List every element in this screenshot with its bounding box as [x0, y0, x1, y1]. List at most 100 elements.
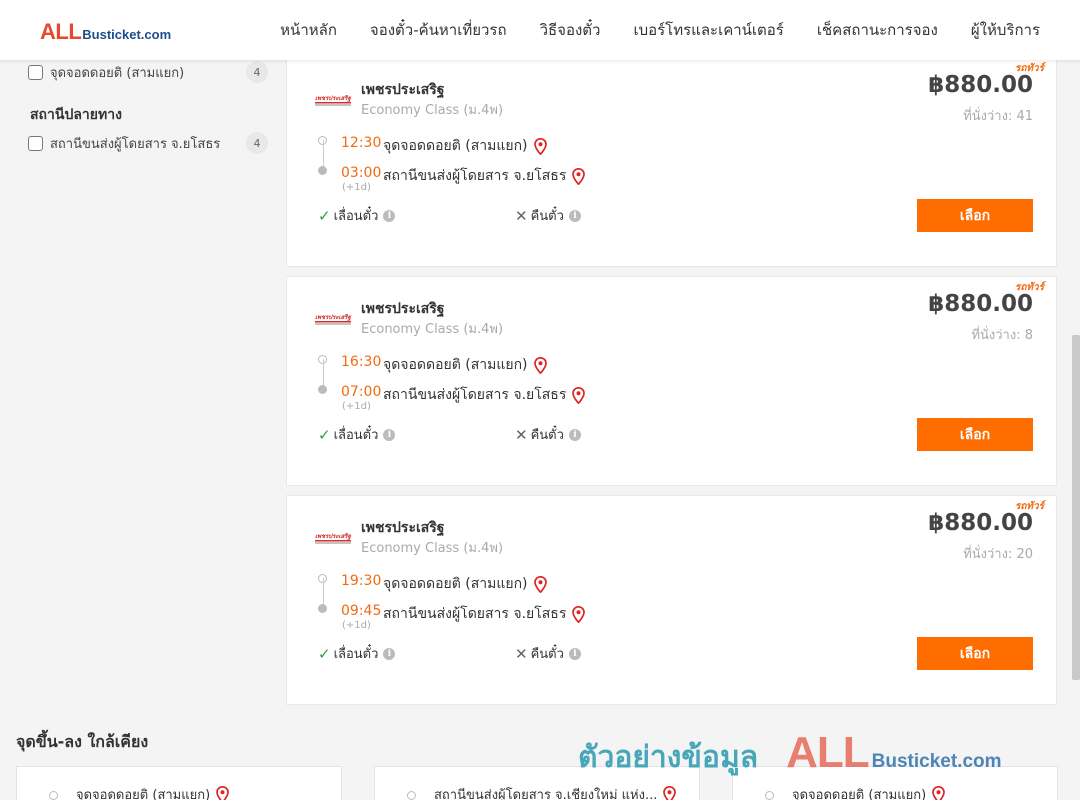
map-pin-icon[interactable]	[533, 356, 547, 374]
bus-class: Economy Class (ม.4พ)	[361, 103, 504, 118]
cross-icon: ✕	[515, 644, 528, 663]
map-pin-icon[interactable]	[533, 137, 547, 155]
ticket-price: ฿880.00	[928, 72, 1033, 98]
arrival-stop-label: สถานีขนส่งผู้โดยสาร จ.ยโสธร	[383, 387, 567, 403]
ticket-price: ฿880.00	[928, 291, 1033, 317]
operator-name: เพชรประเสริฐ	[361, 520, 445, 536]
nearby-stop-card[interactable]: สถานีขนส่งผู้โดยสาร จ.เชียงใหม่ แห่ง...	[374, 766, 700, 800]
reschedule-policy: ✓ เลื่อนตั๋ว i	[318, 424, 396, 445]
arrival-stop-label: สถานีขนส่งผู้โดยสาร จ.ยโสธร	[383, 168, 567, 184]
filter-destination-item[interactable]: สถานีขนส่งผู้โดยสาร จ.ยโสธร 4	[28, 131, 268, 155]
trip-card: รถทัวร์ เพชรประเสริฐ เพชรประเสริฐ Econom…	[286, 495, 1057, 705]
departure-stop-label: จุดจอดดอยติ (สามแยก)	[383, 576, 528, 592]
refund-label: คืนตั๋ว	[530, 209, 564, 224]
refund-policy: ✕ คืนตั๋ว i	[515, 424, 581, 445]
checkbox-icon[interactable]	[28, 64, 43, 80]
nearby-stops-title: จุดขึ้น-ลง ใกล้เคียง	[16, 732, 149, 751]
nav-operators[interactable]: ผู้ให้บริการ	[971, 18, 1040, 42]
refund-label: คืนตั๋ว	[530, 428, 564, 443]
map-pin-icon[interactable]	[932, 786, 946, 800]
select-trip-button[interactable]: เลือก	[917, 637, 1033, 670]
departure-stop-label: จุดจอดดอยติ (สามแยก)	[383, 357, 528, 373]
seats-available: ที่นั่งว่าง: 41	[963, 109, 1033, 124]
arrival-dot-icon	[318, 604, 327, 613]
operator-name: เพชรประเสริฐ	[361, 301, 445, 317]
cross-icon: ✕	[515, 206, 528, 225]
reschedule-label: เลื่อนตั๋ว	[333, 209, 379, 224]
refund-policy: ✕ คืนตั๋ว i	[515, 205, 581, 226]
scrollbar-thumb[interactable]	[1072, 335, 1080, 680]
departure-time: 12:30	[341, 135, 382, 151]
nav-booking-status[interactable]: เช็คสถานะการจอง	[817, 18, 938, 42]
select-trip-button[interactable]: เลือก	[917, 418, 1033, 451]
info-icon[interactable]: i	[568, 647, 581, 660]
filter-origin-item[interactable]: จุดจอดดอยติ (สามแยก) 4	[28, 60, 268, 84]
trip-card: รถทัวร์ เพชรประเสริฐ เพชรประเสริฐ Econom…	[286, 276, 1057, 486]
select-trip-button[interactable]: เลือก	[917, 199, 1033, 232]
next-day-marker: (+1d)	[342, 182, 371, 193]
arrival-stop[interactable]: สถานีขนส่งผู้โดยสาร จ.ยโสธร	[383, 603, 586, 625]
arrival-dot-icon	[318, 166, 327, 175]
filter-origin-label: จุดจอดดอยติ (สามแยก)	[50, 65, 185, 81]
info-icon[interactable]: i	[568, 209, 581, 222]
arrival-stop-label: สถานีขนส่งผู้โดยสาร จ.ยโสธร	[383, 606, 567, 622]
info-icon[interactable]: i	[383, 647, 396, 660]
nav-phone-counters[interactable]: เบอร์โทรและเคาน์เตอร์	[633, 18, 783, 42]
arrival-time: 03:00	[341, 165, 382, 181]
map-pin-icon[interactable]	[572, 167, 586, 185]
logo-all-text: ALL	[40, 19, 82, 45]
nav-home[interactable]: หน้าหลัก	[280, 18, 337, 42]
check-icon: ✓	[318, 644, 331, 663]
trip-card: รถทัวร์ เพชรประเสริฐ เพชรประเสริฐ Econom…	[286, 57, 1057, 267]
operator-logo-icon: เพชรประเสริฐ	[315, 314, 352, 325]
reschedule-label: เลื่อนตั๋ว	[333, 428, 379, 443]
departure-stop[interactable]: จุดจอดดอยติ (สามแยก)	[383, 573, 547, 595]
departure-stop[interactable]: จุดจอดดอยติ (สามแยก)	[383, 135, 547, 157]
nearby-stop: จุดจอดดอยติ (สามแยก)	[792, 784, 946, 800]
next-day-marker: (+1d)	[342, 401, 371, 412]
stop-dot-icon	[49, 791, 58, 800]
nearby-stop-label: จุดจอดดอยติ (สามแยก)	[792, 788, 927, 800]
map-pin-icon[interactable]	[663, 786, 677, 800]
svg-text:เพชรประเสริฐ: เพชรประเสริฐ	[315, 314, 352, 321]
map-pin-icon[interactable]	[572, 605, 586, 623]
bus-class: Economy Class (ม.4พ)	[361, 322, 504, 337]
filter-destination-label: สถานีขนส่งผู้โดยสาร จ.ยโสธร	[50, 136, 221, 152]
logo-busticket: Busticket.com	[82, 27, 172, 42]
nearby-stop-label: สถานีขนส่งผู้โดยสาร จ.เชียงใหม่ แห่ง...	[434, 788, 658, 800]
ticket-price: ฿880.00	[928, 510, 1033, 536]
nearby-stop-card[interactable]: จุดจอดดอยติ (สามแยก)	[732, 766, 1058, 800]
departure-stop-label: จุดจอดดอยติ (สามแยก)	[383, 138, 528, 154]
check-icon: ✓	[318, 206, 331, 225]
site-logo[interactable]: ALL Busticket.com	[40, 19, 171, 45]
main-nav: หน้าหลัก จองตั๋ว-ค้นหาเที่ยวรถ วิธีจองตั…	[247, 0, 1040, 60]
reschedule-label: เลื่อนตั๋ว	[333, 647, 379, 662]
next-day-marker: (+1d)	[342, 620, 371, 631]
checkbox-icon[interactable]	[28, 135, 43, 151]
seats-available: ที่นั่งว่าง: 20	[963, 547, 1033, 562]
arrival-time: 09:45	[341, 603, 382, 619]
cross-icon: ✕	[515, 425, 528, 444]
map-pin-icon[interactable]	[216, 786, 230, 800]
map-pin-icon[interactable]	[572, 386, 586, 404]
filter-destination-count: 4	[246, 132, 268, 154]
nav-book-search[interactable]: จองตั๋ว-ค้นหาเที่ยวรถ	[370, 18, 507, 42]
operator-logo-icon: เพชรประเสริฐ	[315, 95, 352, 106]
arrival-time: 07:00	[341, 384, 382, 400]
info-icon[interactable]: i	[383, 428, 396, 441]
arrival-stop[interactable]: สถานีขนส่งผู้โดยสาร จ.ยโสธร	[383, 165, 586, 187]
info-icon[interactable]: i	[383, 209, 396, 222]
seats-available: ที่นั่งว่าง: 8	[971, 328, 1033, 343]
info-icon[interactable]: i	[568, 428, 581, 441]
map-pin-icon[interactable]	[533, 575, 547, 593]
nearby-stop-card[interactable]: จุดจอดดอยติ (สามแยก)	[16, 766, 342, 800]
operator-logo-icon: เพชรประเสริฐ	[315, 533, 352, 544]
svg-text:เพชรประเสริฐ: เพชรประเสริฐ	[315, 533, 352, 540]
arrival-dot-icon	[318, 385, 327, 394]
destination-heading: สถานีปลายทาง	[30, 107, 122, 123]
nearby-stop: จุดจอดดอยติ (สามแยก)	[76, 784, 230, 800]
arrival-stop[interactable]: สถานีขนส่งผู้โดยสาร จ.ยโสธร	[383, 384, 586, 406]
logo-all: ALL	[40, 19, 82, 44]
nav-how-to-book[interactable]: วิธีจองตั๋ว	[540, 18, 601, 42]
departure-stop[interactable]: จุดจอดดอยติ (สามแยก)	[383, 354, 547, 376]
